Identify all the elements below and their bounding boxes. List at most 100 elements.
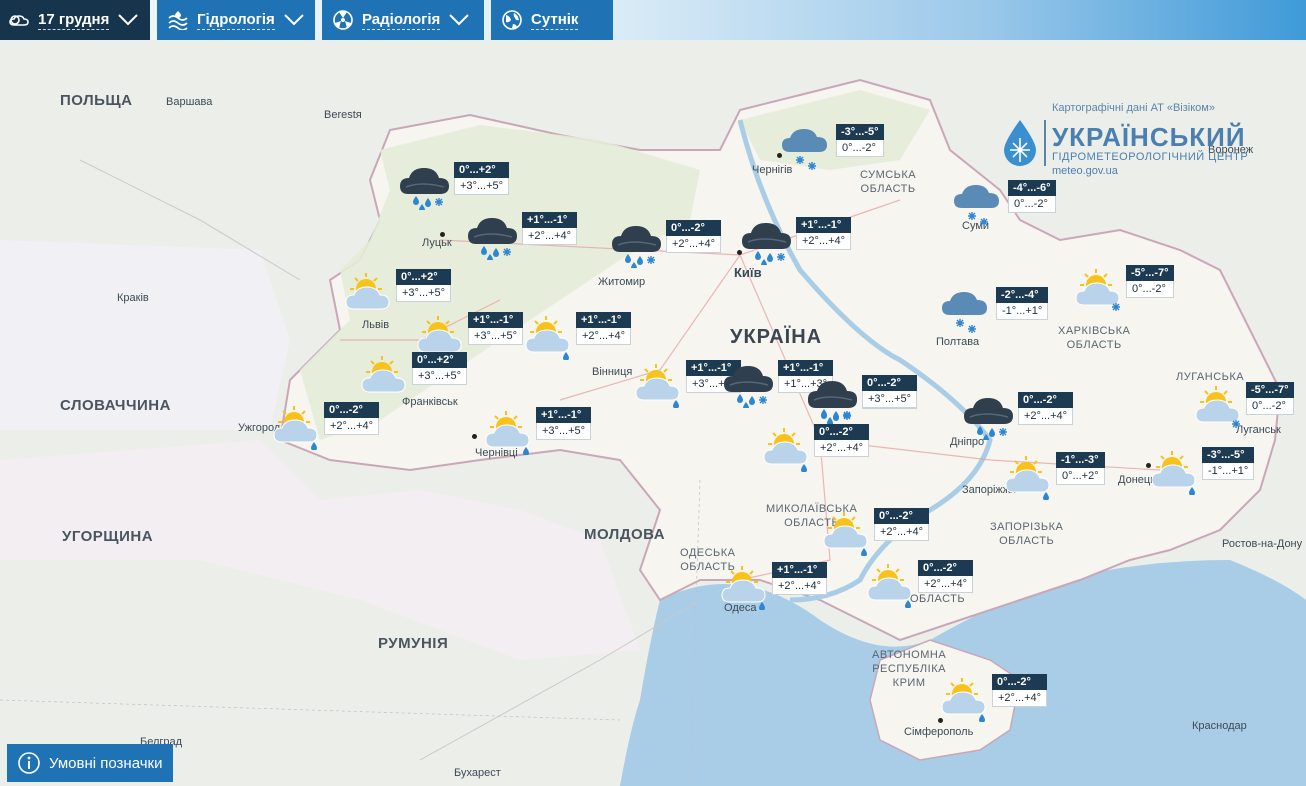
weather-icon [9,15,29,26]
day-temperature: +2°...+4° [814,440,870,457]
satellite-label: Сутнік [531,10,579,30]
rain-snow-weather-icon [400,168,449,210]
sun-rain-weather-icon [635,364,680,408]
night-temperature: 0°...-2° [324,402,380,418]
day-temperature: +2°...+4° [666,236,722,253]
ugc-logo[interactable]: Картографічні дані АТ «Візіком» УКРАЇНСЬ… [1000,102,1248,182]
forecast-marker[interactable]: 0°...-2° +2°...+4° [862,558,1082,618]
weather-map[interactable]: ПОЛЬЩА СЛОВАЧЧИНА УГОРЩИНА РУМУНІЯ МОЛДО… [0,40,1306,786]
temperature-box: 0°...-2° +2°...+4° [324,402,380,435]
temperature-box: -1°...-3° 0°...+2° [1056,452,1105,485]
legend-button[interactable]: Умовні позначки [7,744,173,782]
legend-label: Умовні позначки [49,754,163,772]
forecast-marker[interactable]: 0°...-2° +2°...+4° [268,400,488,460]
day-temperature: +3°...+5° [862,391,918,408]
sun-rain-weather-icon [273,406,318,450]
temperature-box: 0°...-2° +2°...+4° [874,508,930,541]
day-temperature: +3°...+5° [454,178,510,195]
night-temperature: +1°...-1° [468,312,524,328]
temperature-box: 0°...-2° +2°...+4° [814,424,870,457]
night-temperature: +1°...-1° [536,407,592,423]
top-navigation-bar: 17 грудня Гідрологія Радіологія Сутнік [0,0,1306,40]
temperature-box: 0°...+2° +3°...+5° [412,352,468,385]
radiology-tab[interactable]: Радіологія [322,0,484,40]
night-temperature: -5°...-7° [1126,265,1174,281]
temperature-box: 0°...+2° +3°...+5° [454,162,510,195]
night-temperature: 0°...-2° [814,424,870,440]
logo-divider [1044,120,1046,166]
day-temperature: +2°...+4° [918,576,974,593]
forecast-marker[interactable]: -5°...-7° 0°...-2° [1190,380,1306,440]
date-selector[interactable]: 17 грудня [0,0,150,40]
rain-snow-weather-icon [742,223,791,265]
temperature-box: +1°...-1° +2°...+4° [522,212,578,245]
forecast-marker[interactable]: 0°...-2° +2°...+4° [758,422,978,482]
day-temperature: +2°...+4° [324,418,380,435]
satellite-tab[interactable]: Сутнік [491,0,613,40]
rain-snow-weather-icon [468,218,517,260]
night-temperature: 0°...+2° [454,162,510,178]
night-temperature: 0°...-2° [1018,392,1074,408]
forecast-marker[interactable]: -3°...-5° 0°...-2° [780,122,1000,182]
night-temperature: +1°...-1° [796,217,852,233]
snow-cloud-weather-icon [782,129,827,170]
forecast-marker[interactable]: -4°...-6° 0°...-2° [952,178,1172,238]
sun-rain-weather-icon [823,512,868,556]
radiation-icon [333,10,353,30]
temperature-box: 0°...+2° +3°...+5° [396,269,452,302]
chevron-down-icon [284,14,304,26]
forecast-marker[interactable]: -2°...-4° -1°...+1° [940,285,1160,345]
chevron-down-icon [118,14,139,26]
day-temperature: +3°...+5° [412,368,468,385]
drop-logo-icon [1004,120,1036,166]
sun-rain-weather-icon [721,566,766,610]
day-temperature: +2°...+4° [522,228,578,245]
temperature-box: 0°...-2° +2°...+4° [666,220,722,253]
logo-title: УКРАЇНСЬКИЙ [1052,122,1246,152]
sun-snow-weather-icon [1195,386,1240,428]
temperature-box: -2°...-4° -1°...+1° [996,287,1049,320]
day-temperature: +2°...+4° [1018,408,1074,425]
date-label: 17 грудня [38,10,110,30]
city-label: Луцьк [422,237,452,249]
temperature-box: -5°...-7° 0°...-2° [1246,382,1294,415]
night-temperature: 0°...-2° [992,674,1048,690]
night-temperature: +1°...-1° [772,562,828,578]
day-temperature: +2°...+4° [576,328,632,345]
rain-snow-weather-icon [808,381,857,423]
forecast-marker[interactable]: 0°...-2° +2°...+4° [936,672,1156,732]
temperature-box: 0°...-2° +2°...+4° [992,674,1048,707]
sun-cloud-weather-icon [345,273,390,310]
city-label: Berestя [324,109,362,121]
forecast-marker[interactable]: +1°...-1° +2°...+4° [740,215,960,275]
globe-icon [502,10,522,30]
temperature-box: -4°...-6° 0°...-2° [1008,180,1056,213]
temperature-box: +1°...-1° +2°...+4° [796,217,852,250]
radiology-label: Радіологія [362,10,441,30]
logo-subtitle: ГІДРОМЕТЕОРОЛОГІЧНИЙ ЦЕНТР [1052,151,1249,163]
temperature-box: -3°...-5° 0°...-2° [836,124,884,157]
chevron-down-icon [449,14,470,26]
sun-rain-weather-icon [1151,451,1196,495]
temperature-box: +1°...-1° +3°...+5° [536,407,592,440]
forecast-marker[interactable]: -3°...-5° -1°...+1° [1146,445,1306,505]
hydrology-tab[interactable]: Гідрологія [157,0,315,40]
night-temperature: -3°...-5° [1202,447,1255,463]
snow-cloud-weather-icon [954,185,999,226]
night-temperature: 0°...-2° [874,508,930,524]
city-label: Краснодар [1192,720,1247,732]
country-label: МОЛДОВА [584,526,666,543]
temperature-box: 0°...-2° +3°...+5° [862,375,918,408]
day-temperature: 0°...-2° [1246,398,1294,415]
night-temperature: -1°...-3° [1056,452,1105,468]
logo-site: meteo.gov.ua [1052,165,1118,177]
day-temperature: 0°...-2° [836,140,884,157]
forecast-marker[interactable]: 0°...-2° +2°...+4° [818,506,1038,566]
sun-rain-weather-icon [763,428,808,472]
sun-cloud-weather-icon [361,356,406,393]
forecast-marker[interactable]: 0°...-2° +2°...+4° [962,390,1182,450]
night-temperature: 0°...+2° [412,352,468,368]
night-temperature: -3°...-5° [836,124,884,140]
night-temperature: +1°...-1° [576,312,632,328]
day-temperature: +2°...+4° [874,524,930,541]
